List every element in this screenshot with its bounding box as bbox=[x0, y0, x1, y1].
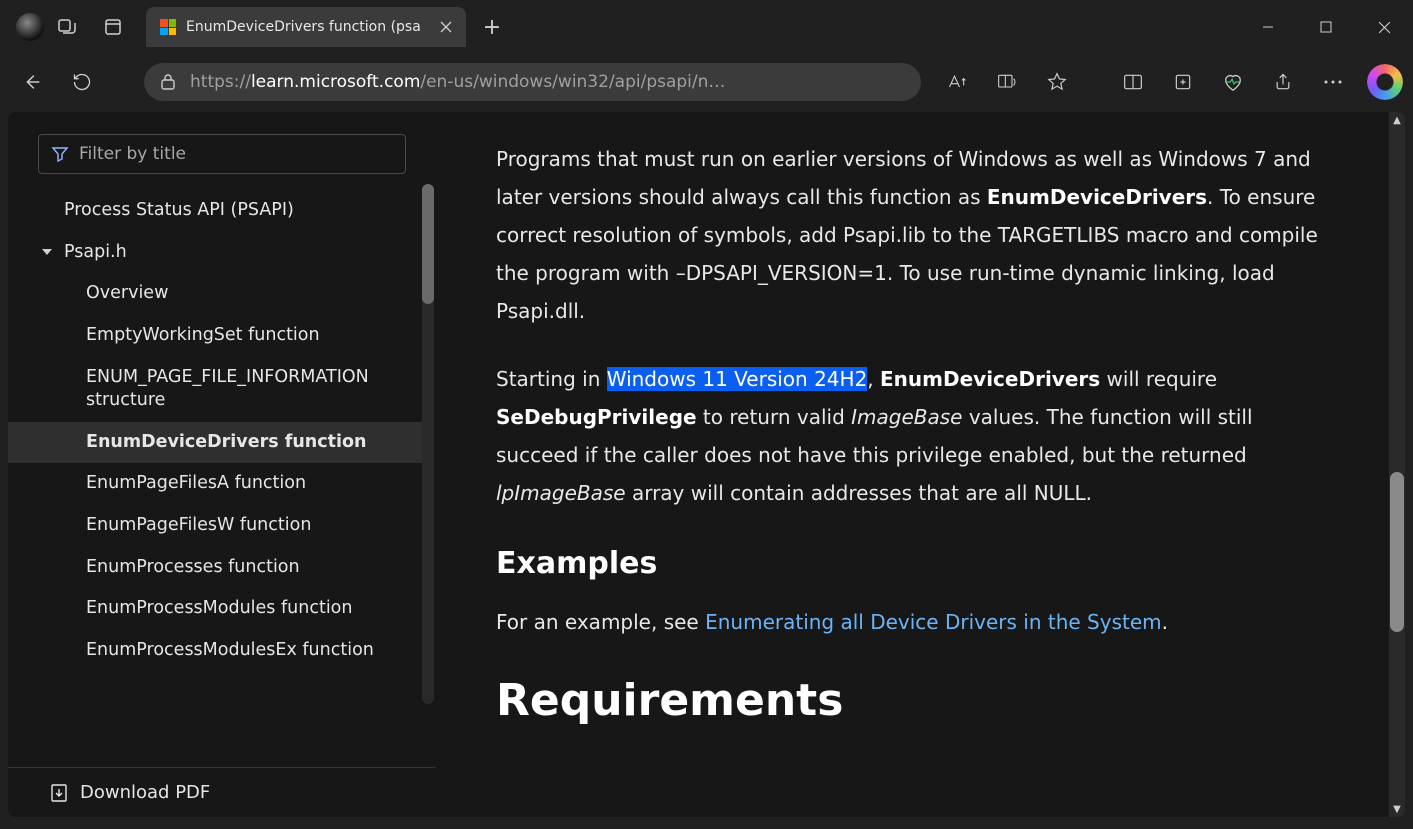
paragraph-2: Starting in Windows 11 Version 24H2, Enu… bbox=[496, 360, 1335, 512]
examples-heading: Examples bbox=[496, 546, 1335, 581]
workspaces-icon[interactable] bbox=[44, 4, 90, 50]
nav-item[interactable]: Overview bbox=[8, 273, 424, 315]
nav-item-label: EnumPageFilesA function bbox=[86, 472, 306, 496]
browser-toolbar: https://learn.microsoft.com/en-us/window… bbox=[0, 54, 1413, 110]
profile-avatar[interactable] bbox=[16, 13, 44, 41]
immersive-reader-icon[interactable] bbox=[985, 62, 1029, 102]
filter-box[interactable] bbox=[38, 134, 406, 174]
nav-item[interactable]: EnumDeviceDrivers function bbox=[8, 422, 424, 464]
examples-link[interactable]: Enumerating all Device Drivers in the Sy… bbox=[705, 610, 1162, 634]
nav-item-label: EnumPageFilesW function bbox=[86, 514, 311, 538]
ms-logo-icon bbox=[160, 19, 176, 35]
nav-item-label: ENUM_PAGE_FILE_INFORMATION structure bbox=[86, 366, 424, 413]
page-scrollbar-thumb[interactable] bbox=[1390, 472, 1404, 632]
nav-item[interactable]: Psapi.h bbox=[8, 232, 424, 274]
nav-tree: Process Status API (PSAPI) Psapi.h Overvie… bbox=[8, 190, 424, 672]
nav-item[interactable]: EnumPageFilesW function bbox=[8, 505, 424, 547]
window-controls bbox=[1239, 4, 1413, 50]
collections-icon[interactable] bbox=[1161, 62, 1205, 102]
nav-item-label: Psapi.h bbox=[64, 241, 127, 265]
split-screen-icon[interactable] bbox=[1111, 62, 1155, 102]
nav-item[interactable]: EnumProcessModulesEx function bbox=[8, 630, 424, 672]
nav-item-label: Process Status API (PSAPI) bbox=[64, 199, 294, 223]
nav-item-label: EnumDeviceDrivers function bbox=[86, 431, 366, 455]
more-button[interactable] bbox=[1311, 62, 1355, 102]
filter-icon bbox=[51, 146, 69, 162]
health-icon[interactable] bbox=[1211, 62, 1255, 102]
highlighted-text: Windows 11 Version 24H2 bbox=[607, 367, 868, 391]
nav-item[interactable]: ENUM_PAGE_FILE_INFORMATION structure bbox=[8, 357, 424, 422]
nav-item[interactable]: EnumProcesses function bbox=[8, 547, 424, 589]
share-icon[interactable] bbox=[1261, 62, 1305, 102]
page-scrollbar[interactable]: ▲ ▼ bbox=[1389, 112, 1405, 817]
sidebar: Process Status API (PSAPI) Psapi.h Overvie… bbox=[8, 112, 436, 817]
address-bar[interactable]: https://learn.microsoft.com/en-us/window… bbox=[144, 63, 921, 101]
new-tab-button[interactable]: + bbox=[472, 7, 512, 47]
refresh-button[interactable] bbox=[60, 62, 104, 102]
nav-item[interactable]: EnumPageFilesA function bbox=[8, 463, 424, 505]
scroll-down-arrow[interactable]: ▼ bbox=[1389, 801, 1405, 817]
tab-title: EnumDeviceDrivers function (psa bbox=[186, 19, 430, 35]
requirements-heading: Requirements bbox=[496, 675, 1335, 726]
nav-item-label: EnumProcessModules function bbox=[86, 597, 352, 621]
content-area: Programs that must run on earlier versio… bbox=[436, 112, 1389, 817]
download-pdf-label: Download PDF bbox=[80, 782, 210, 803]
close-window-button[interactable] bbox=[1355, 4, 1413, 50]
nav-item-label: Overview bbox=[86, 282, 168, 306]
page-body: Process Status API (PSAPI) Psapi.h Overvie… bbox=[8, 112, 1405, 817]
favorite-button[interactable] bbox=[1035, 62, 1079, 102]
tab-actions-icon[interactable] bbox=[90, 4, 136, 50]
minimize-button[interactable] bbox=[1239, 4, 1297, 50]
filter-input[interactable] bbox=[79, 144, 393, 164]
site-info-icon[interactable] bbox=[160, 73, 176, 91]
nav-item-label: EnumProcesses function bbox=[86, 556, 300, 580]
maximize-button[interactable] bbox=[1297, 4, 1355, 50]
url-text: https://learn.microsoft.com/en-us/window… bbox=[190, 72, 905, 92]
titlebar: EnumDeviceDrivers function (psa + bbox=[0, 0, 1413, 54]
copilot-icon[interactable] bbox=[1367, 64, 1403, 100]
sidebar-scrollbar-thumb[interactable] bbox=[422, 184, 434, 304]
examples-paragraph: For an example, see Enumerating all Devi… bbox=[496, 603, 1335, 641]
back-button[interactable] bbox=[10, 62, 54, 102]
paragraph-1: Programs that must run on earlier versio… bbox=[496, 140, 1335, 330]
tab-close-button[interactable] bbox=[440, 21, 452, 33]
nav-item-label: EmptyWorkingSet function bbox=[86, 324, 320, 348]
nav-item[interactable]: EnumProcessModules function bbox=[8, 588, 424, 630]
read-aloud-icon[interactable] bbox=[935, 62, 979, 102]
download-pdf-button[interactable]: Download PDF bbox=[8, 767, 436, 817]
nav-item-label: EnumProcessModulesEx function bbox=[86, 639, 374, 663]
scroll-up-arrow[interactable]: ▲ bbox=[1389, 112, 1405, 128]
nav-item[interactable]: EmptyWorkingSet function bbox=[8, 315, 424, 357]
nav-item[interactable]: Process Status API (PSAPI) bbox=[8, 190, 424, 232]
sidebar-scrollbar[interactable] bbox=[422, 184, 434, 704]
pdf-icon bbox=[50, 783, 68, 803]
browser-tab[interactable]: EnumDeviceDrivers function (psa bbox=[146, 7, 466, 47]
